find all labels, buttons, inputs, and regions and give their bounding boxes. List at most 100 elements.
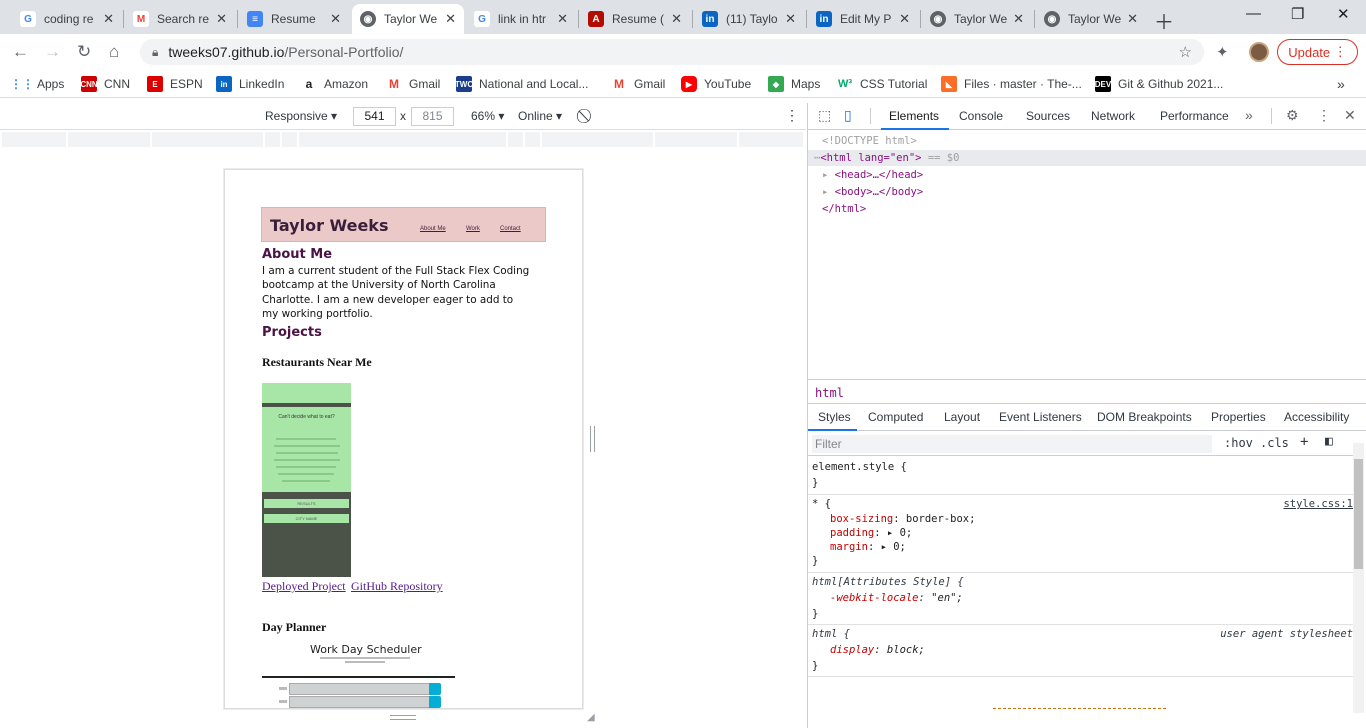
more-tabs-icon[interactable]: »: [1245, 107, 1253, 123]
tab-event-listeners[interactable]: Event Listeners: [999, 410, 1082, 424]
browser-tab[interactable]: A Resume (✕: [580, 4, 690, 34]
bookmark-espn[interactable]: E ESPN: [147, 76, 203, 92]
breadcrumb[interactable]: html: [808, 379, 1366, 404]
browser-tab[interactable]: in (11) Taylo ✕: [694, 4, 804, 34]
bookmark-linkedin[interactable]: in LinkedIn: [216, 76, 284, 92]
tab-accessibility[interactable]: Accessibility: [1284, 410, 1349, 424]
tab-computed[interactable]: Computed: [868, 410, 923, 424]
bookmark-apps[interactable]: ⋮⋮ Apps: [10, 76, 64, 92]
close-tab-icon[interactable]: ✕: [445, 11, 456, 27]
zoom-select[interactable]: 66% ▾: [471, 109, 504, 123]
tab-sources[interactable]: Sources: [1026, 109, 1070, 123]
deployed-project-link[interactable]: Deployed Project: [262, 579, 346, 594]
head-node[interactable]: ▸ <head>…</head>: [822, 167, 923, 183]
avatar[interactable]: [1249, 42, 1269, 62]
styles-scrollbar[interactable]: [1353, 443, 1364, 713]
tab-console[interactable]: Console: [959, 109, 1003, 123]
lock-icon[interactable]: 🔒︎: [152, 45, 158, 60]
tab-layout[interactable]: Layout: [944, 410, 980, 424]
bookmark-css-tutorial[interactable]: W³ CSS Tutorial: [837, 76, 927, 92]
close-devtools-icon[interactable]: ✕: [1344, 107, 1356, 124]
forward-icon[interactable]: →: [44, 42, 61, 62]
extensions-icon[interactable]: ✦: [1216, 43, 1229, 61]
close-tab-icon[interactable]: ✕: [1013, 11, 1024, 27]
browser-tab[interactable]: M Search re ✕: [125, 4, 235, 34]
close-tab-icon[interactable]: ✕: [671, 11, 682, 27]
bookmark-star-icon[interactable]: ☆: [1179, 43, 1192, 61]
device-toolbar-icon[interactable]: ▯: [844, 107, 852, 124]
rule-universal[interactable]: * { style.css:1 box-sizing: border-box; …: [808, 495, 1353, 573]
class-toggle[interactable]: .cls: [1260, 436, 1289, 450]
reload-icon[interactable]: ↻: [77, 42, 91, 62]
tab-styles[interactable]: Styles: [818, 410, 851, 424]
tab-dom-breakpoints[interactable]: DOM Breakpoints: [1097, 410, 1192, 424]
bookmark-dev[interactable]: DEV Git & Github 2021...: [1095, 76, 1223, 92]
device-mode-select[interactable]: Responsive ▾: [265, 109, 337, 123]
resize-handle-bottom[interactable]: [390, 715, 416, 720]
bookmark-cnn[interactable]: CNN CNN: [80, 76, 130, 92]
stylesheet-link[interactable]: style.css:1: [1283, 498, 1353, 510]
browser-tab-active[interactable]: ◉ Taylor We ✕: [352, 4, 464, 34]
project-screenshot[interactable]: Can't decide what to eat? RESULTS CITY N…: [262, 383, 351, 577]
rule-element-style[interactable]: element.style { }: [808, 458, 1353, 495]
html-close-node[interactable]: </html>: [822, 201, 866, 217]
more-options-icon[interactable]: ⋮: [1317, 107, 1331, 124]
rule-html-ua[interactable]: html { user agent stylesheet display: bl…: [808, 625, 1353, 677]
close-tab-icon[interactable]: ✕: [1127, 11, 1138, 27]
toggle-sidebar-icon[interactable]: ◧: [1325, 434, 1333, 449]
browser-tab[interactable]: ◉ Taylor We ✕: [922, 4, 1032, 34]
tab-performance[interactable]: Performance: [1160, 109, 1229, 123]
minimize-icon[interactable]: —: [1246, 5, 1261, 22]
browser-tab[interactable]: Gcoding re ✕: [12, 4, 122, 34]
html-node[interactable]: ⋯<html lang="en"> == $0: [808, 150, 1366, 166]
update-button[interactable]: Update ⋮: [1277, 39, 1358, 65]
new-tab-icon[interactable]: ＋: [1154, 6, 1174, 35]
tab-properties[interactable]: Properties: [1211, 410, 1266, 424]
hover-state-toggle[interactable]: :hov: [1224, 436, 1253, 450]
schedule-row[interactable]: [289, 696, 439, 708]
bookmark-gmail[interactable]: M Gmail: [611, 76, 665, 92]
browser-tab[interactable]: in Edit My P ✕: [808, 4, 918, 34]
close-tab-icon[interactable]: ✕: [216, 11, 227, 27]
save-icon[interactable]: [429, 683, 441, 695]
close-tab-icon[interactable]: ✕: [785, 11, 796, 27]
media-query-ruler[interactable]: [0, 131, 806, 148]
doctype-node[interactable]: <!DOCTYPE html>: [822, 133, 917, 149]
resize-handle-right[interactable]: [590, 426, 595, 452]
home-icon[interactable]: ⌂: [109, 42, 119, 62]
restore-icon[interactable]: ❐: [1291, 5, 1304, 23]
tab-network[interactable]: Network: [1091, 109, 1135, 123]
close-tab-icon[interactable]: ✕: [899, 11, 910, 27]
inspect-element-icon[interactable]: ⬚: [818, 107, 831, 124]
back-icon[interactable]: ←: [12, 42, 29, 62]
styles-filter-input[interactable]: Filter: [812, 435, 1212, 453]
rule-attributes-style[interactable]: html[Attributes Style] { -webkit-locale:…: [808, 573, 1353, 625]
resize-handle-corner[interactable]: ◢: [587, 712, 595, 723]
browser-tab[interactable]: Glink in htr ✕: [466, 4, 576, 34]
tab-elements[interactable]: Elements: [889, 109, 939, 123]
body-node[interactable]: ▸ <body>…</body>: [822, 184, 923, 200]
schedule-row[interactable]: [289, 683, 439, 695]
nav-link-contact[interactable]: Contact: [500, 226, 521, 232]
bookmark-gmail[interactable]: M Gmail: [386, 76, 440, 92]
bookmark-weather[interactable]: TWC National and Local...: [455, 76, 588, 92]
browser-tab[interactable]: ◉ Taylor We ✕: [1036, 4, 1146, 34]
bookmark-youtube[interactable]: ▶ YouTube: [681, 76, 751, 92]
close-window-icon[interactable]: ✕: [1337, 5, 1350, 23]
close-tab-icon[interactable]: ✕: [103, 11, 114, 27]
address-bar[interactable]: 🔒︎ tweeks07.github.io/Personal-Portfolio…: [140, 39, 1204, 65]
save-icon[interactable]: [429, 696, 441, 708]
browser-tab[interactable]: ≡ Resume ✕: [239, 4, 349, 34]
more-options-icon[interactable]: ⋮: [785, 107, 799, 124]
nav-link-about[interactable]: About Me: [420, 226, 446, 232]
bookmark-amazon[interactable]: a Amazon: [301, 76, 368, 92]
new-rule-icon[interactable]: +: [1300, 434, 1308, 450]
close-tab-icon[interactable]: ✕: [330, 11, 341, 27]
close-tab-icon[interactable]: ✕: [557, 11, 568, 27]
github-repo-link[interactable]: GitHub Repository: [351, 579, 443, 594]
viewport-height-input[interactable]: 815: [411, 107, 454, 126]
settings-gear-icon[interactable]: ⚙: [1286, 107, 1299, 124]
more-bookmarks-icon[interactable]: »: [1337, 76, 1345, 92]
viewport-width-input[interactable]: 541: [353, 107, 396, 126]
bookmark-gitlab[interactable]: ◣ Files · master · The-...: [941, 76, 1082, 92]
